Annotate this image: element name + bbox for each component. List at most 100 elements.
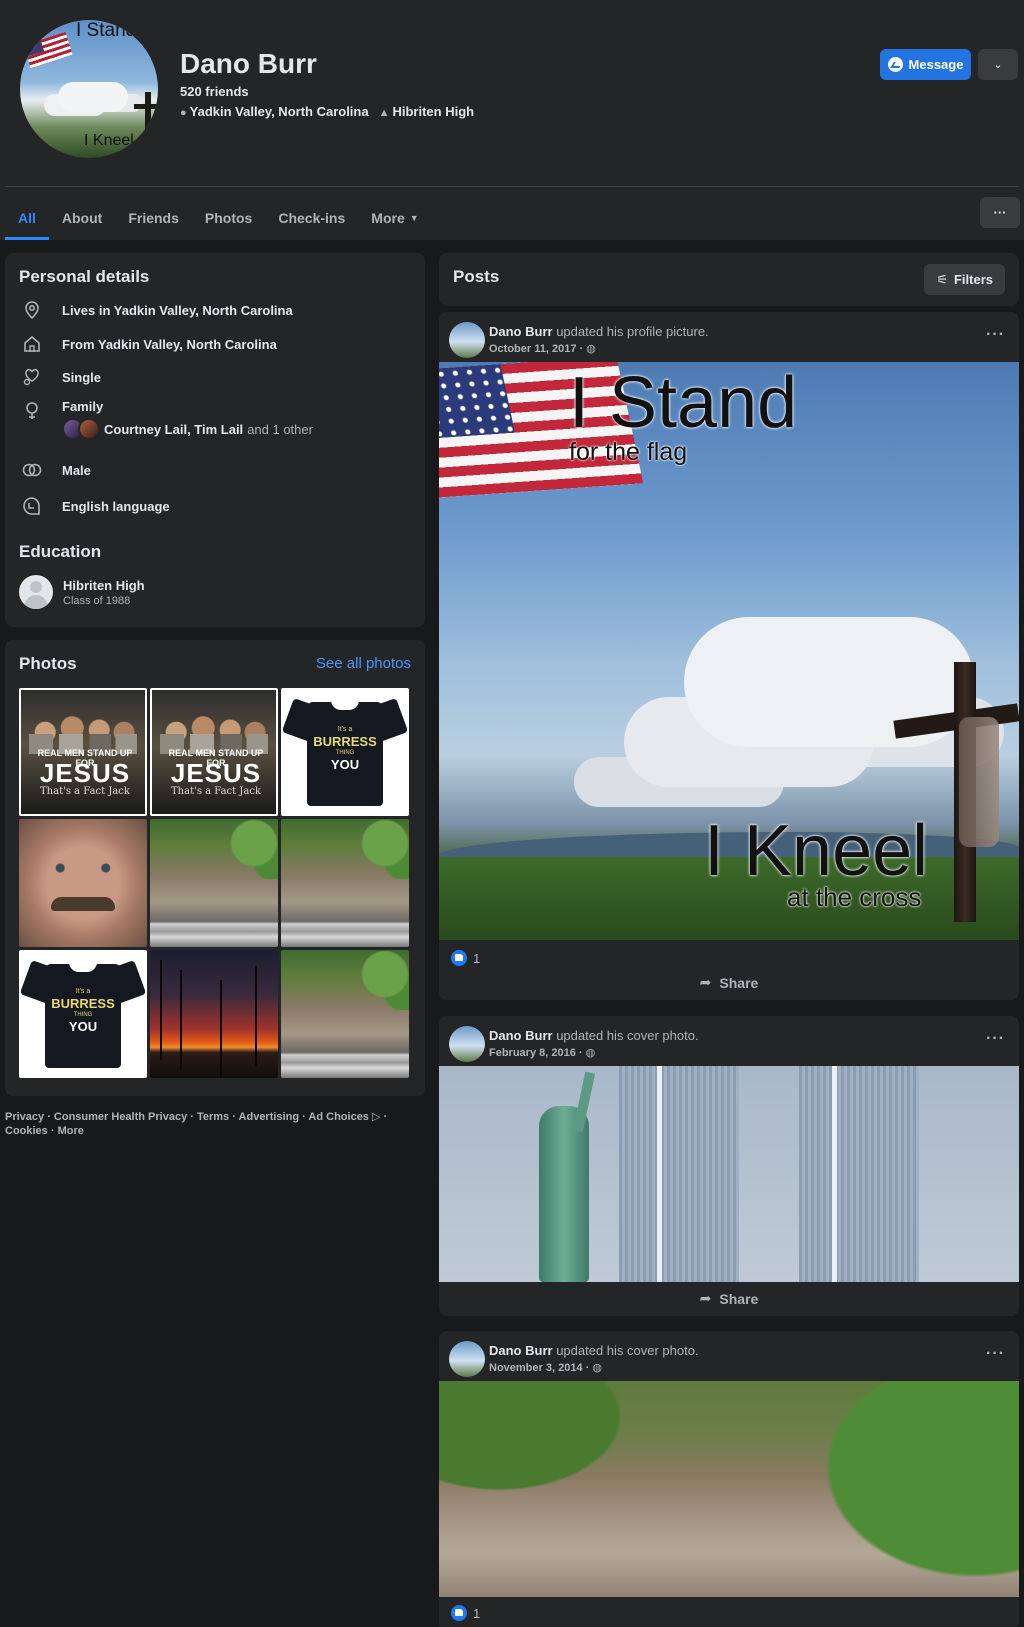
photo-caption: That's a Fact Jack bbox=[40, 786, 130, 797]
see-all-photos-link[interactable]: See all photos bbox=[316, 655, 411, 672]
education-title: Education bbox=[19, 542, 102, 561]
share-button[interactable]: ➦ Share bbox=[439, 1290, 1019, 1307]
friends-count[interactable]: 520 friends bbox=[180, 84, 249, 99]
family-names[interactable]: Courtney Lail, Tim Lail bbox=[104, 422, 243, 437]
personal-details-title: Personal details bbox=[19, 267, 150, 286]
shirt-text: BURRESS bbox=[51, 996, 115, 1011]
post-date[interactable]: November 3, 2014 · ◍ bbox=[489, 1361, 602, 1374]
post-action: updated his cover photo. bbox=[556, 1343, 699, 1358]
education-school[interactable]: Hibriten High bbox=[63, 578, 145, 593]
profile-location[interactable]: Yadkin Valley, North Carolina bbox=[190, 104, 369, 119]
share-button[interactable]: ➦ Share bbox=[439, 974, 1019, 991]
education-item[interactable]: Hibriten High Class of 1988 bbox=[19, 575, 145, 609]
posts-title: Posts bbox=[453, 267, 500, 286]
message-label: Message bbox=[908, 57, 964, 72]
ellipsis-icon: ··· bbox=[986, 1345, 1005, 1362]
post-author-avatar[interactable] bbox=[449, 1341, 485, 1377]
photos-grid: REAL MEN STAND UP FOR JESUS That's a Fac… bbox=[19, 688, 409, 1078]
photo-thumb[interactable] bbox=[281, 819, 409, 947]
post-image[interactable]: I Stand for the flag I Kneel at the cros… bbox=[439, 362, 1019, 940]
photo-thumb[interactable] bbox=[281, 950, 409, 1078]
post-date-text: October 11, 2017 · bbox=[489, 343, 584, 355]
tab-more[interactable]: More ▼ bbox=[358, 196, 431, 240]
ellipsis-icon: ··· bbox=[993, 205, 1007, 220]
tab-friends[interactable]: Friends bbox=[115, 196, 192, 240]
post-options-button[interactable]: ··· bbox=[986, 1030, 1005, 1048]
post-author[interactable]: Dano Burr bbox=[489, 324, 553, 339]
gender-icon bbox=[20, 458, 44, 482]
chevron-down-icon: ⌄ bbox=[993, 59, 1003, 71]
shirt-text: THING bbox=[335, 750, 355, 756]
photo-thumb[interactable]: It's a BURRESS THING YOU bbox=[19, 950, 147, 1078]
post-options-button[interactable]: ··· bbox=[986, 326, 1005, 344]
like-count: 1 bbox=[473, 950, 481, 966]
photo-thumb[interactable]: REAL MEN STAND UP FOR JESUS That's a Fac… bbox=[150, 688, 278, 816]
like-count: 1 bbox=[473, 1605, 481, 1621]
tab-check-ins[interactable]: Check-ins bbox=[265, 196, 358, 240]
family-avatar-2[interactable] bbox=[78, 418, 100, 440]
language-text: English language bbox=[62, 498, 170, 514]
message-button[interactable]: Message bbox=[880, 49, 971, 80]
share-icon: ➦ bbox=[699, 974, 712, 990]
post-options-button[interactable]: ··· bbox=[986, 1345, 1005, 1363]
post-date[interactable]: February 8, 2016 · ◍ bbox=[489, 1046, 595, 1059]
post-author-avatar[interactable] bbox=[449, 1026, 485, 1062]
shirt-text: BURRESS bbox=[313, 734, 377, 749]
photo-thumb[interactable] bbox=[150, 950, 278, 1078]
photo-thumb[interactable] bbox=[150, 819, 278, 947]
caret-down-icon: ▼ bbox=[409, 213, 419, 223]
share-icon: ➦ bbox=[699, 1290, 712, 1306]
filters-button[interactable]: ⚟ Filters bbox=[924, 264, 1005, 295]
profile-header: I Stand I Kneel Dano Burr 520 friends ● Y… bbox=[0, 0, 1024, 240]
reaction-summary[interactable]: 1 bbox=[451, 1605, 480, 1621]
cross-graphic bbox=[145, 92, 151, 142]
photo-thumb[interactable]: REAL MEN STAND UP FOR JESUS That's a Fac… bbox=[19, 688, 147, 816]
reaction-summary[interactable]: 1 bbox=[451, 950, 480, 966]
post-image[interactable] bbox=[439, 1381, 1019, 1597]
post-action: updated his cover photo. bbox=[556, 1028, 699, 1043]
messenger-icon bbox=[887, 57, 903, 72]
post-date-text: February 8, 2016 · bbox=[489, 1047, 583, 1059]
detail-language: English language bbox=[20, 494, 170, 518]
home-icon bbox=[20, 332, 44, 356]
post-author-avatar[interactable] bbox=[449, 322, 485, 358]
more-options-button[interactable]: ··· bbox=[980, 197, 1020, 228]
location-pin-icon bbox=[20, 298, 44, 322]
photo-thumb[interactable]: It's a BURRESS THING YOU bbox=[281, 688, 409, 816]
profile-avatar[interactable]: I Stand I Kneel bbox=[17, 17, 161, 161]
detail-from: From Yadkin Valley, North Carolina bbox=[20, 332, 277, 356]
photo-thumb[interactable] bbox=[19, 819, 147, 947]
tab-more-label: More bbox=[371, 210, 405, 226]
profile-school[interactable]: Hibriten High bbox=[392, 104, 474, 119]
profile-options-button[interactable]: ⌄ bbox=[978, 49, 1018, 80]
family-icon bbox=[20, 399, 44, 423]
header-divider bbox=[5, 186, 1019, 187]
post-card: Dano Burr updated his profile picture. O… bbox=[439, 312, 1019, 1000]
flag-graphic bbox=[23, 31, 73, 69]
shirt-text: THING bbox=[73, 1012, 93, 1018]
photo-caption: JESUS bbox=[39, 758, 131, 788]
tab-photos[interactable]: Photos bbox=[192, 196, 265, 240]
family-label: Family bbox=[62, 399, 104, 414]
detail-relationship: Single bbox=[20, 365, 101, 389]
from-text[interactable]: From Yadkin Valley, North Carolina bbox=[62, 337, 277, 352]
post-date[interactable]: October 11, 2017 · ◍ bbox=[489, 342, 596, 355]
family-more[interactable]: and 1 other bbox=[247, 422, 313, 437]
lives-in-text[interactable]: Lives in Yadkin Valley, North Carolina bbox=[62, 303, 293, 318]
filters-label: Filters bbox=[953, 272, 993, 287]
post-author[interactable]: Dano Burr bbox=[489, 1028, 553, 1043]
relationship-hearts-icon bbox=[20, 365, 44, 389]
footer-links[interactable]: Privacy · Consumer Health Privacy · Term… bbox=[5, 1110, 425, 1138]
tab-about[interactable]: About bbox=[49, 196, 115, 240]
tab-all[interactable]: All bbox=[5, 196, 49, 240]
globe-icon: ◍ bbox=[592, 1362, 602, 1374]
image-text: at the cross bbox=[787, 882, 922, 912]
post-author[interactable]: Dano Burr bbox=[489, 1343, 553, 1358]
profile-tabs: All About Friends Photos Check-ins More ▼ bbox=[5, 196, 432, 240]
post-date-text: November 3, 2014 · bbox=[489, 1362, 590, 1374]
post-image[interactable] bbox=[439, 1066, 1019, 1282]
cloud-graphic bbox=[58, 82, 128, 112]
detail-family: Family Courtney Lail, Tim Lail and 1 oth… bbox=[20, 399, 313, 440]
posts-header: Posts ⚟ Filters bbox=[439, 253, 1019, 306]
image-text: for the flag bbox=[569, 438, 688, 466]
